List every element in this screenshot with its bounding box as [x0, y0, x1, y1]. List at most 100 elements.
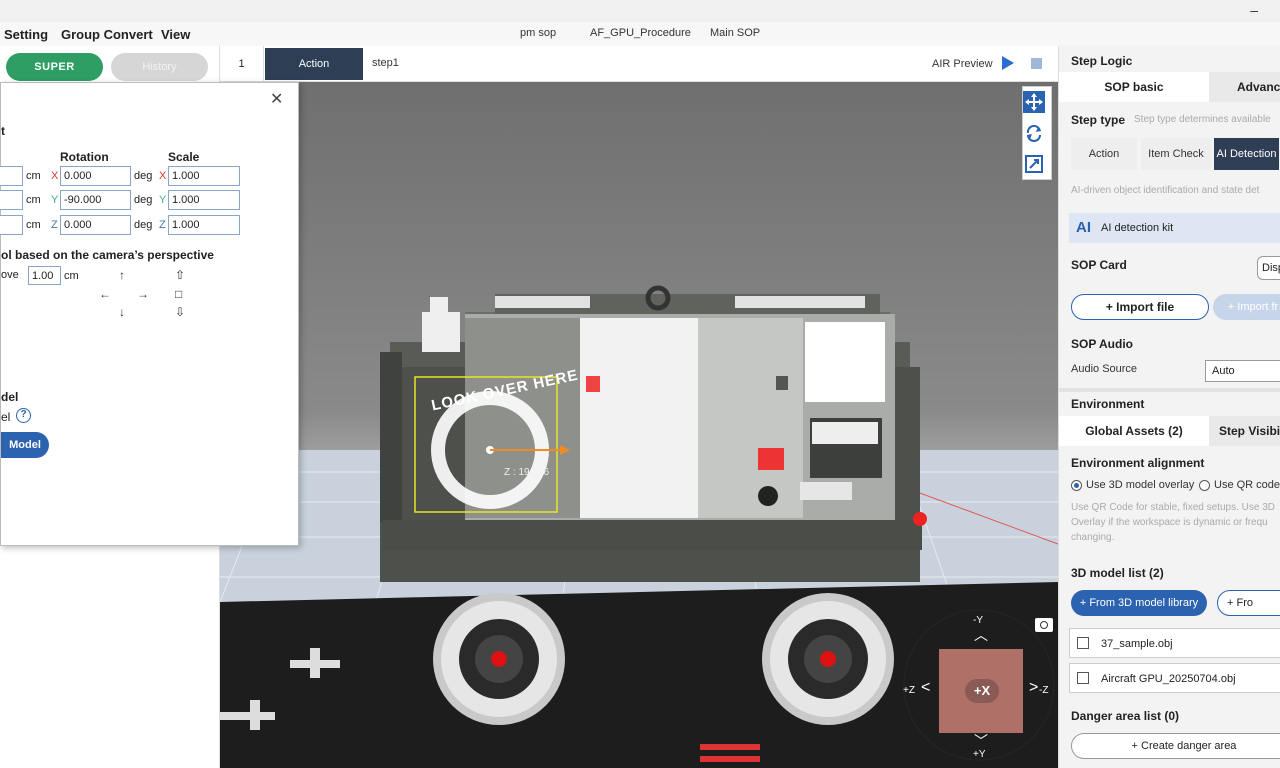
import-file-button[interactable]: + Import file [1071, 294, 1209, 320]
ai-kit-label: AI detection kit [1101, 222, 1174, 234]
model-name: Aircraft GPU_20250704.obj [1101, 673, 1236, 685]
model-name: 37_sample.obj [1101, 638, 1173, 650]
create-danger-area-button[interactable]: + Create danger area [1071, 733, 1280, 759]
front-wheel [433, 593, 565, 725]
move-step-input[interactable]: 1.00 [28, 266, 61, 285]
3d-viewport[interactable]: LOOK OVER HERE Z : 19.076 +X -Y ︿ ﹀ +Y +… [220, 82, 1058, 768]
move-up-icon[interactable]: ↑ [119, 268, 125, 282]
scale-x-axis: X [159, 170, 167, 182]
view-center-label[interactable]: +X [965, 679, 999, 703]
step-type-label: Step type [1071, 113, 1126, 127]
minimize-icon[interactable]: – [1250, 2, 1258, 18]
step-tab-row: 1 Action step1 AIR Preview [220, 46, 1058, 82]
danger-area-title: Danger area list (0) [1071, 709, 1180, 723]
move-lower-icon[interactable]: ⇩ [175, 305, 185, 319]
radio-3d-overlay[interactable] [1071, 480, 1082, 491]
air-preview-label: AIR Preview [932, 58, 993, 70]
scale-header: Scale [168, 150, 200, 164]
step-number[interactable]: 1 [220, 46, 264, 82]
rotation-z-axis: Z [51, 219, 58, 231]
position-x-input[interactable] [0, 166, 23, 186]
rotation-z-input[interactable]: 0.000 [60, 215, 131, 235]
scale-y-input[interactable]: 1.000 [168, 190, 240, 210]
from-other-button[interactable]: + Fro [1217, 590, 1280, 616]
audio-source-select[interactable]: Auto [1205, 360, 1280, 382]
scale-z-axis: Z [159, 219, 166, 231]
rotation-y-axis: Y [51, 194, 59, 206]
sop-card-display-button[interactable]: Disp [1257, 256, 1280, 280]
menu-setting[interactable]: Setting [4, 27, 48, 42]
ai-detection-kit[interactable]: AI AI detection kit [1069, 213, 1280, 243]
env-alignment-title: Environment alignment [1071, 456, 1205, 470]
rotation-x-unit: deg [134, 170, 153, 182]
arrow-down-icon[interactable]: ﹀ [974, 731, 988, 751]
help-icon[interactable]: ? [16, 408, 31, 423]
axis-pos-z-label: +Z [903, 685, 915, 696]
move-center-icon[interactable]: □ [175, 287, 182, 301]
radio-qr-code[interactable] [1199, 480, 1210, 491]
tab-global-assets[interactable]: Global Assets (2) [1059, 416, 1209, 446]
scale-z-input[interactable]: 1.000 [168, 215, 240, 235]
ai-hint: AI-driven object identification and stat… [1071, 185, 1260, 196]
model-list-title: 3D model list (2) [1071, 566, 1164, 580]
menu-group-convert[interactable]: Group Convert [61, 27, 153, 42]
doc-tab-main-sop[interactable]: Main SOP [710, 27, 760, 39]
rotation-x-input[interactable]: 0.000 [60, 166, 131, 186]
step-type-hint: Step type determines available [1134, 114, 1271, 125]
move-icon[interactable] [1023, 91, 1045, 113]
close-icon[interactable]: ✕ [270, 89, 283, 109]
rotation-header: Rotation [60, 150, 109, 164]
right-panel: Step Logic SOP basic Advance Step type S… [1058, 46, 1280, 768]
model-row[interactable]: Aircraft GPU_20250704.obj [1069, 663, 1280, 693]
radio-3d-overlay-label[interactable]: Use 3D model overlay [1086, 479, 1194, 491]
import-from-button[interactable]: + Import fr [1213, 294, 1280, 320]
scale-icon[interactable] [1023, 153, 1045, 175]
super-button[interactable]: SUPER [6, 53, 103, 81]
doc-tab-pm-sop[interactable]: pm sop [520, 27, 556, 39]
rotation-x-axis: X [51, 170, 59, 182]
model-section-title: del [1, 390, 19, 404]
position-y-unit: cm [26, 194, 41, 206]
model-section-sub: el [1, 410, 11, 424]
rotate-icon[interactable] [1023, 122, 1045, 144]
rotation-y-input[interactable]: -90.000 [60, 190, 131, 210]
step-type-item-check[interactable]: Item Check [1141, 138, 1211, 170]
move-step-unit: cm [64, 270, 79, 282]
arrow-left-icon[interactable]: < [921, 679, 930, 697]
stop-icon[interactable] [1031, 58, 1042, 69]
tab-sop-basic[interactable]: SOP basic [1059, 72, 1209, 102]
position-x-unit: cm [26, 170, 41, 182]
move-raise-icon[interactable]: ⇧ [175, 268, 185, 282]
scale-x-input[interactable]: 1.000 [168, 166, 240, 186]
arrow-up-icon[interactable]: ︿ [974, 625, 988, 645]
step-type-action[interactable]: Action [1071, 138, 1137, 170]
tab-step1[interactable]: step1 [372, 57, 399, 69]
model-row[interactable]: 37_sample.obj [1069, 628, 1280, 658]
model-button[interactable]: Model [1, 432, 49, 458]
camera-icon[interactable] [1035, 618, 1053, 632]
sop-card-title: SOP Card [1071, 258, 1127, 272]
position-y-input[interactable] [0, 190, 23, 210]
step-type-ai-detection[interactable]: AI Detection [1214, 138, 1279, 170]
tab-advance[interactable]: Advance [1237, 72, 1280, 102]
cube-icon [1077, 637, 1089, 649]
doc-tab-af-gpu-procedure[interactable]: AF_GPU_Procedure [590, 27, 691, 39]
from-model-library-button[interactable]: + From 3D model library [1071, 590, 1207, 616]
view-gizmo[interactable]: +X -Y ︿ ﹀ +Y +Z < > -Z [903, 609, 1055, 761]
move-left-icon[interactable]: ← [99, 287, 111, 301]
tab-step-visibility[interactable]: Step Visibi [1219, 416, 1280, 446]
move-label: ove [1, 269, 19, 281]
history-button[interactable]: History [111, 53, 208, 81]
menu-bar: Setting Group Convert View pm sop AF_GPU… [0, 22, 1280, 46]
menu-view[interactable]: View [161, 27, 190, 42]
position-z-input[interactable] [0, 215, 23, 235]
arrow-right-icon[interactable]: > [1029, 679, 1038, 697]
play-icon[interactable] [1002, 56, 1014, 70]
sop-tabs: SOP basic Advance [1059, 72, 1280, 102]
tab-action[interactable]: Action [265, 48, 363, 80]
axis-pos-y-label: +Y [973, 749, 986, 760]
radio-qr-code-label[interactable]: Use QR code [1214, 479, 1280, 491]
move-right-icon[interactable]: → [137, 287, 149, 301]
scale-y-axis: Y [159, 194, 167, 206]
move-down-icon[interactable]: ↓ [119, 305, 125, 319]
